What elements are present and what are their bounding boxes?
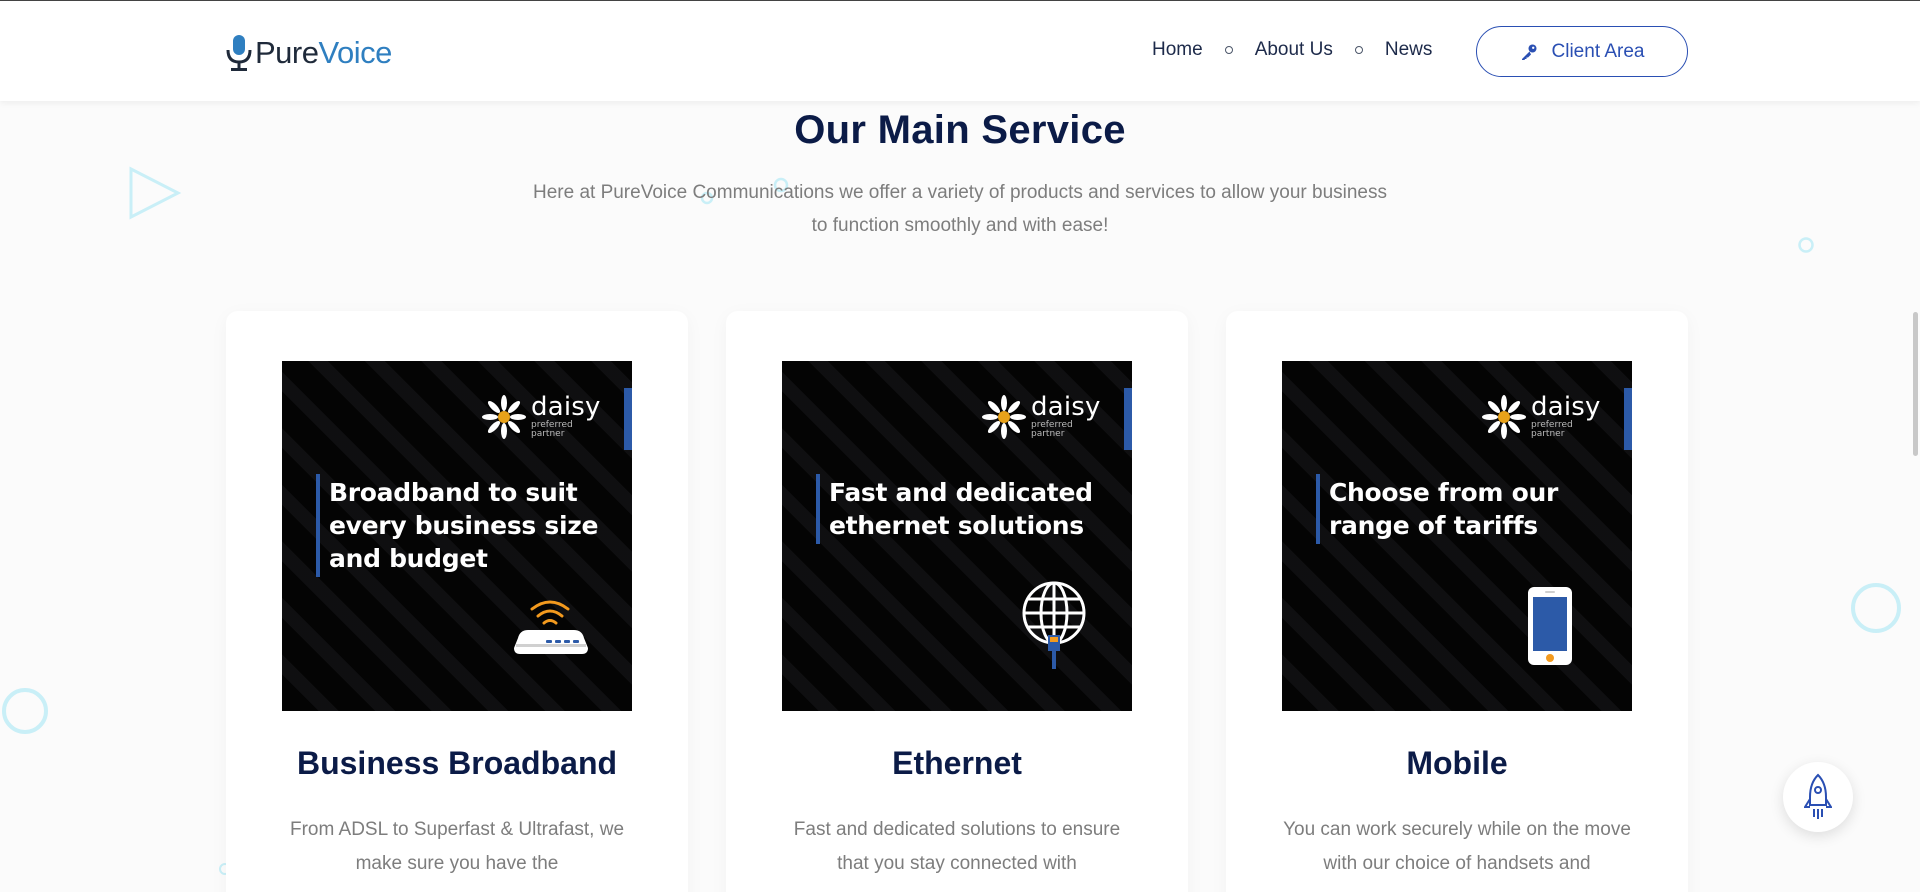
daisy-flower-icon [1482, 395, 1526, 439]
headline-bar [316, 474, 320, 577]
back-to-top-button[interactable] [1783, 762, 1853, 832]
nav-link-news[interactable]: News [1385, 39, 1433, 61]
microphone-icon [226, 35, 252, 71]
large-circle-decoration [2, 688, 48, 734]
service-image-broadband[interactable]: daisy preferred partner Broadband to sui… [282, 361, 632, 711]
service-card-ethernet[interactable]: daisy preferred partner Fast and dedicat… [726, 311, 1188, 892]
image-accent-bar [1624, 388, 1632, 450]
site-header: PureVoice Home About Us News Client Area [0, 1, 1920, 101]
daisy-text: daisy preferred partner [1531, 393, 1601, 439]
image-accent-bar [624, 388, 632, 450]
service-card-mobile[interactable]: daisy preferred partner Choose from our … [1226, 311, 1688, 892]
key-icon [1521, 44, 1537, 60]
image-accent-bar [1124, 388, 1132, 450]
card-title[interactable]: Ethernet [726, 745, 1188, 782]
logo[interactable]: PureVoice [224, 33, 392, 73]
daisy-logo: daisy preferred partner [982, 393, 1101, 439]
daisy-text: daisy preferred partner [1031, 393, 1101, 439]
rocket-icon [1804, 773, 1832, 819]
nav-link-about-us[interactable]: About Us [1255, 39, 1333, 61]
daisy-sub-partner: partner [1531, 429, 1565, 439]
scrollbar-thumb[interactable] [1913, 312, 1918, 456]
image-headline: Fast and dedicated ethernet solutions [829, 478, 1093, 540]
service-image-ethernet[interactable]: daisy preferred partner Fast and dedicat… [782, 361, 1132, 711]
headline-bar [816, 474, 820, 544]
small-circle-decoration [1798, 237, 1814, 253]
logo-text-voice: Voice [318, 35, 392, 70]
mobile-phone-icon [1528, 587, 1572, 665]
section-title: Our Main Service [794, 108, 1126, 152]
image-headline: Broadband to suit every business size an… [329, 478, 599, 573]
service-card-business-broadband[interactable]: daisy preferred partner Broadband to sui… [226, 311, 688, 892]
nav-separator-dot [1224, 46, 1233, 54]
service-image-mobile[interactable]: daisy preferred partner Choose from our … [1282, 361, 1632, 711]
section-subtitle: Here at PureVoice Communications we offe… [532, 182, 1387, 236]
daisy-brand-name: daisy [531, 392, 601, 422]
daisy-text: daisy preferred partner [531, 393, 601, 439]
card-description: From ADSL to Superfast & Ultrafast, we m… [289, 819, 625, 874]
triangle-outline-decoration [129, 166, 182, 220]
daisy-brand-name: daisy [1031, 392, 1101, 422]
headline-bar [1316, 474, 1320, 544]
image-headline: Choose from our range of tariffs [1329, 478, 1558, 540]
card-description: You can work securely while on the move … [1283, 819, 1631, 874]
daisy-flower-icon [482, 395, 526, 439]
client-area-button[interactable]: Client Area [1476, 26, 1688, 77]
card-title[interactable]: Business Broadband [226, 745, 688, 782]
large-circle-decoration [1851, 583, 1901, 633]
nav-link-home[interactable]: Home [1152, 39, 1203, 61]
daisy-logo: daisy preferred partner [1482, 393, 1601, 439]
nav-separator-dot [1354, 46, 1363, 54]
logo-text-pure: Pure [255, 35, 319, 70]
main-nav: Home About Us News [1152, 39, 1432, 61]
router-icon [514, 600, 588, 654]
daisy-sub-partner: partner [1031, 429, 1065, 439]
globe-cable-icon [1022, 581, 1086, 669]
daisy-logo: daisy preferred partner [482, 393, 601, 439]
daisy-brand-name: daisy [1531, 392, 1601, 422]
card-title[interactable]: Mobile [1226, 745, 1688, 782]
client-area-label: Client Area [1551, 40, 1645, 62]
logo-text: PureVoice [255, 35, 392, 71]
daisy-sub-partner: partner [531, 429, 565, 439]
card-description: Fast and dedicated solutions to ensure t… [793, 819, 1121, 874]
daisy-flower-icon [982, 395, 1026, 439]
